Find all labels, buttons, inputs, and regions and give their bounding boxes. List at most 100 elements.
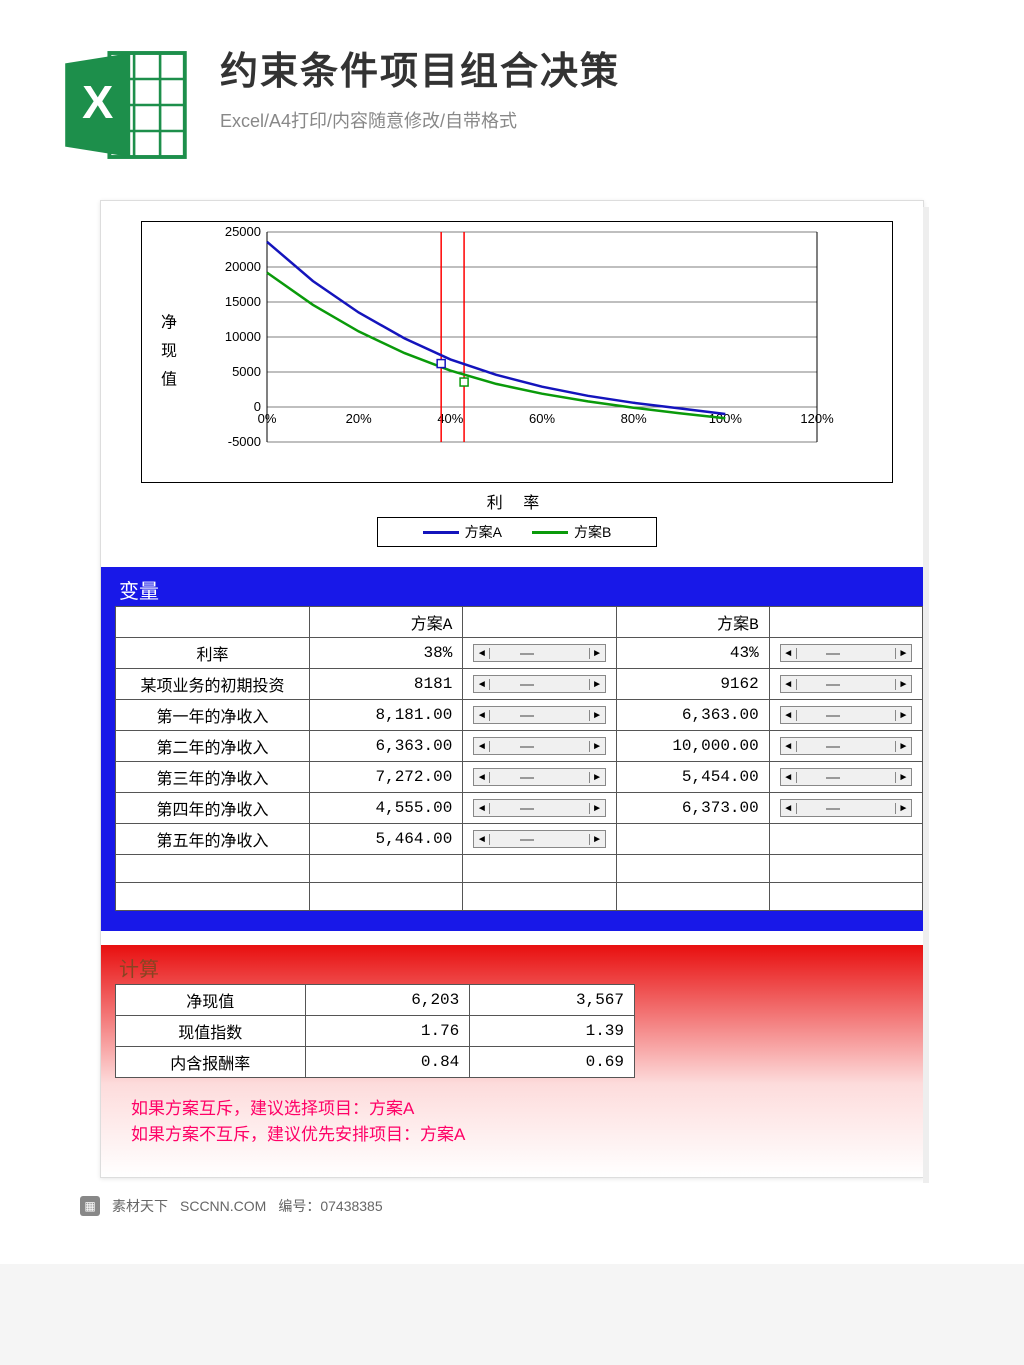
slider-thumb[interactable]: [826, 653, 840, 655]
header-scroll-b: [769, 607, 922, 638]
cell-plan-b: 9162: [616, 669, 769, 700]
slider-right-arrow[interactable]: ►: [589, 648, 605, 659]
row-label: 第四年的净收入: [116, 793, 310, 824]
cell-slider-a: ◄►: [463, 638, 616, 669]
cell-plan-b: 43%: [616, 638, 769, 669]
svg-text:20%: 20%: [346, 411, 372, 426]
legend-line-a: [423, 531, 459, 534]
excel-icon: X: [60, 40, 190, 170]
variables-title: 变量: [101, 567, 923, 606]
slider-control[interactable]: ◄►: [473, 830, 605, 848]
row-label: 内含报酬率: [116, 1047, 306, 1078]
cell-plan-b: 6,373.00: [616, 793, 769, 824]
slider-left-arrow[interactable]: ◄: [474, 741, 490, 752]
cell-plan-a: 8,181.00: [310, 700, 463, 731]
legend-item-b: 方案B: [532, 522, 611, 542]
slider-right-arrow[interactable]: ►: [589, 834, 605, 845]
slider-thumb[interactable]: [520, 808, 534, 810]
slider-right-arrow[interactable]: ►: [589, 772, 605, 783]
slider-right-arrow[interactable]: ►: [895, 741, 911, 752]
cell-plan-a: 8181: [310, 669, 463, 700]
slider-thumb[interactable]: [826, 715, 840, 717]
page-subtitle: Excel/A4打印/内容随意修改/自带格式: [220, 107, 620, 133]
slider-right-arrow[interactable]: ►: [895, 679, 911, 690]
slider-left-arrow[interactable]: ◄: [781, 772, 797, 783]
svg-text:25000: 25000: [225, 224, 261, 239]
slider-right-arrow[interactable]: ►: [895, 648, 911, 659]
cell-plan-b: 1.39: [470, 1016, 635, 1047]
slider-control[interactable]: ◄►: [780, 675, 912, 693]
footer-brand: 素材天下: [112, 1196, 168, 1216]
svg-text:-5000: -5000: [228, 434, 261, 449]
slider-thumb[interactable]: [826, 746, 840, 748]
slider-control[interactable]: ◄►: [780, 799, 912, 817]
slider-left-arrow[interactable]: ◄: [781, 648, 797, 659]
table-row: 现值指数1.761.39: [116, 1016, 635, 1047]
row-label: 利率: [116, 638, 310, 669]
slider-left-arrow[interactable]: ◄: [474, 803, 490, 814]
slider-thumb[interactable]: [520, 746, 534, 748]
slider-left-arrow[interactable]: ◄: [474, 648, 490, 659]
slider-left-arrow[interactable]: ◄: [474, 710, 490, 721]
cell-plan-b: 3,567: [470, 985, 635, 1016]
table-row: 利率38%◄►43%◄►: [116, 638, 923, 669]
slider-control[interactable]: ◄►: [780, 737, 912, 755]
svg-text:80%: 80%: [621, 411, 647, 426]
slider-thumb[interactable]: [826, 684, 840, 686]
slider-control[interactable]: ◄►: [473, 644, 605, 662]
slider-right-arrow[interactable]: ►: [589, 741, 605, 752]
header-plan-b: 方案B: [616, 607, 769, 638]
cell-slider-b: [769, 883, 922, 911]
slider-left-arrow[interactable]: ◄: [781, 710, 797, 721]
slider-left-arrow[interactable]: ◄: [781, 741, 797, 752]
slider-thumb[interactable]: [520, 777, 534, 779]
slider-control[interactable]: ◄►: [780, 768, 912, 786]
slider-left-arrow[interactable]: ◄: [781, 803, 797, 814]
slider-right-arrow[interactable]: ►: [589, 803, 605, 814]
table-row: 净现值6,2033,567: [116, 985, 635, 1016]
variables-section: 变量 方案A 方案B 利率38%◄►43%◄►某项业务的初期投资8181◄►91…: [101, 567, 923, 931]
slider-left-arrow[interactable]: ◄: [781, 679, 797, 690]
slider-thumb[interactable]: [826, 777, 840, 779]
slider-control[interactable]: ◄►: [473, 737, 605, 755]
footer: ▦ 素材天下 SCCNN.COM 编号：07438385: [60, 1178, 964, 1234]
legend-line-b: [532, 531, 568, 534]
slider-control[interactable]: ◄►: [473, 706, 605, 724]
footer-code: 07438385: [320, 1198, 382, 1214]
slider-left-arrow[interactable]: ◄: [474, 834, 490, 845]
slider-control[interactable]: ◄►: [473, 768, 605, 786]
cell-slider-a: ◄►: [463, 762, 616, 793]
cell-slider-a: ◄►: [463, 824, 616, 855]
slider-right-arrow[interactable]: ►: [895, 803, 911, 814]
footer-icon: ▦: [80, 1196, 100, 1216]
cell-plan-a: [310, 855, 463, 883]
slider-thumb[interactable]: [520, 715, 534, 717]
slider-thumb[interactable]: [520, 839, 534, 841]
table-header-row: 方案A 方案B: [116, 607, 923, 638]
cell-slider-a: ◄►: [463, 731, 616, 762]
slider-control[interactable]: ◄►: [780, 644, 912, 662]
legend-label-b: 方案B: [574, 522, 611, 542]
slider-left-arrow[interactable]: ◄: [474, 772, 490, 783]
svg-text:15000: 15000: [225, 294, 261, 309]
slider-right-arrow[interactable]: ►: [895, 772, 911, 783]
slider-right-arrow[interactable]: ►: [895, 710, 911, 721]
slider-control[interactable]: ◄►: [780, 706, 912, 724]
header-text: 约束条件项目组合决策 Excel/A4打印/内容随意修改/自带格式: [220, 40, 620, 133]
table-row: [116, 883, 923, 911]
slider-right-arrow[interactable]: ►: [589, 710, 605, 721]
cell-slider-b: [769, 824, 922, 855]
svg-text:20000: 20000: [225, 259, 261, 274]
calc-title: 计算: [101, 945, 923, 984]
slider-thumb[interactable]: [826, 808, 840, 810]
slider-thumb[interactable]: [520, 653, 534, 655]
slider-control[interactable]: ◄►: [473, 799, 605, 817]
slider-control[interactable]: ◄►: [473, 675, 605, 693]
slider-right-arrow[interactable]: ►: [589, 679, 605, 690]
npv-chart: 净 现 值 -500005000100001500020000250000%20…: [141, 221, 893, 483]
footer-site: SCCNN.COM: [180, 1198, 266, 1214]
slider-thumb[interactable]: [520, 684, 534, 686]
table-row: 第四年的净收入4,555.00◄►6,373.00◄►: [116, 793, 923, 824]
slider-left-arrow[interactable]: ◄: [474, 679, 490, 690]
header-scroll-a: [463, 607, 616, 638]
